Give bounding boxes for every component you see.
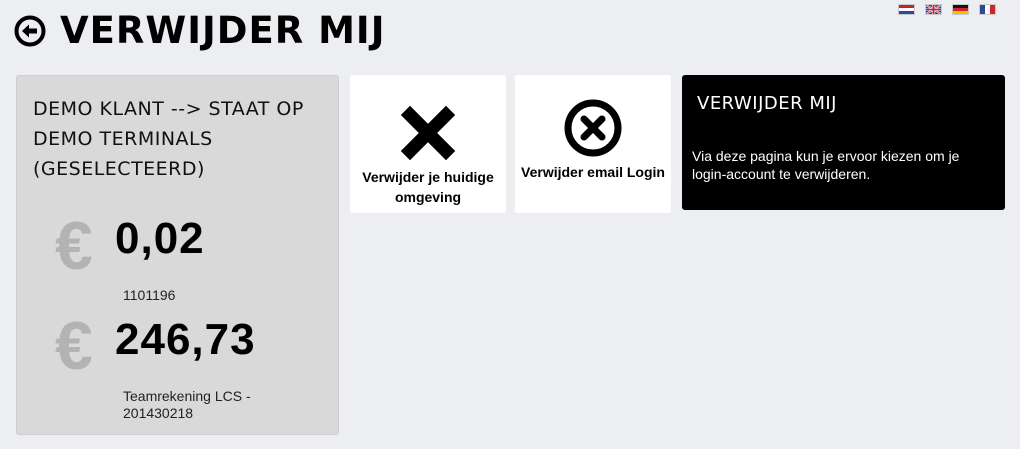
flag-germany-icon[interactable]: [952, 4, 969, 15]
back-arrow-icon[interactable]: [14, 15, 46, 47]
tile-label: Verwijder je huidige omgeving: [362, 169, 494, 205]
tile-label: Verwijder email Login: [521, 164, 665, 180]
balance-account-label: Teamrekening LCS - 201430218: [123, 388, 251, 421]
info-text: Via deze pagina kun je ervoor kiezen om …: [692, 148, 960, 182]
language-switcher: [898, 4, 996, 15]
balance-amount: 0,02: [115, 214, 205, 263]
euro-icon: €: [55, 208, 93, 284]
flag-netherlands-icon[interactable]: [898, 4, 915, 15]
flag-uk-icon[interactable]: [925, 4, 942, 15]
info-panel: VERWIJDER MIJ Via deze pagina kun je erv…: [682, 75, 1005, 210]
account-panel: DEMO KLANT --> STAAT OP DEMO TERMINALS (…: [16, 75, 339, 435]
info-title: VERWIJDER MIJ: [697, 93, 837, 114]
delete-environment-button[interactable]: Verwijder je huidige omgeving: [350, 75, 506, 213]
flag-france-icon[interactable]: [979, 4, 996, 15]
page-header: VERWIJDER MIJ: [14, 10, 385, 52]
balance-account-label: 1101196: [123, 287, 176, 303]
x-cross-icon: [400, 105, 456, 161]
x-circle-icon: [564, 99, 622, 157]
delete-email-login-button[interactable]: Verwijder email Login: [515, 75, 671, 213]
page-title: VERWIJDER MIJ: [60, 9, 386, 52]
euro-icon: €: [55, 308, 93, 384]
balance-amount: 246,73: [115, 315, 256, 364]
account-name: DEMO KLANT --> STAAT OP DEMO TERMINALS (…: [33, 98, 304, 180]
